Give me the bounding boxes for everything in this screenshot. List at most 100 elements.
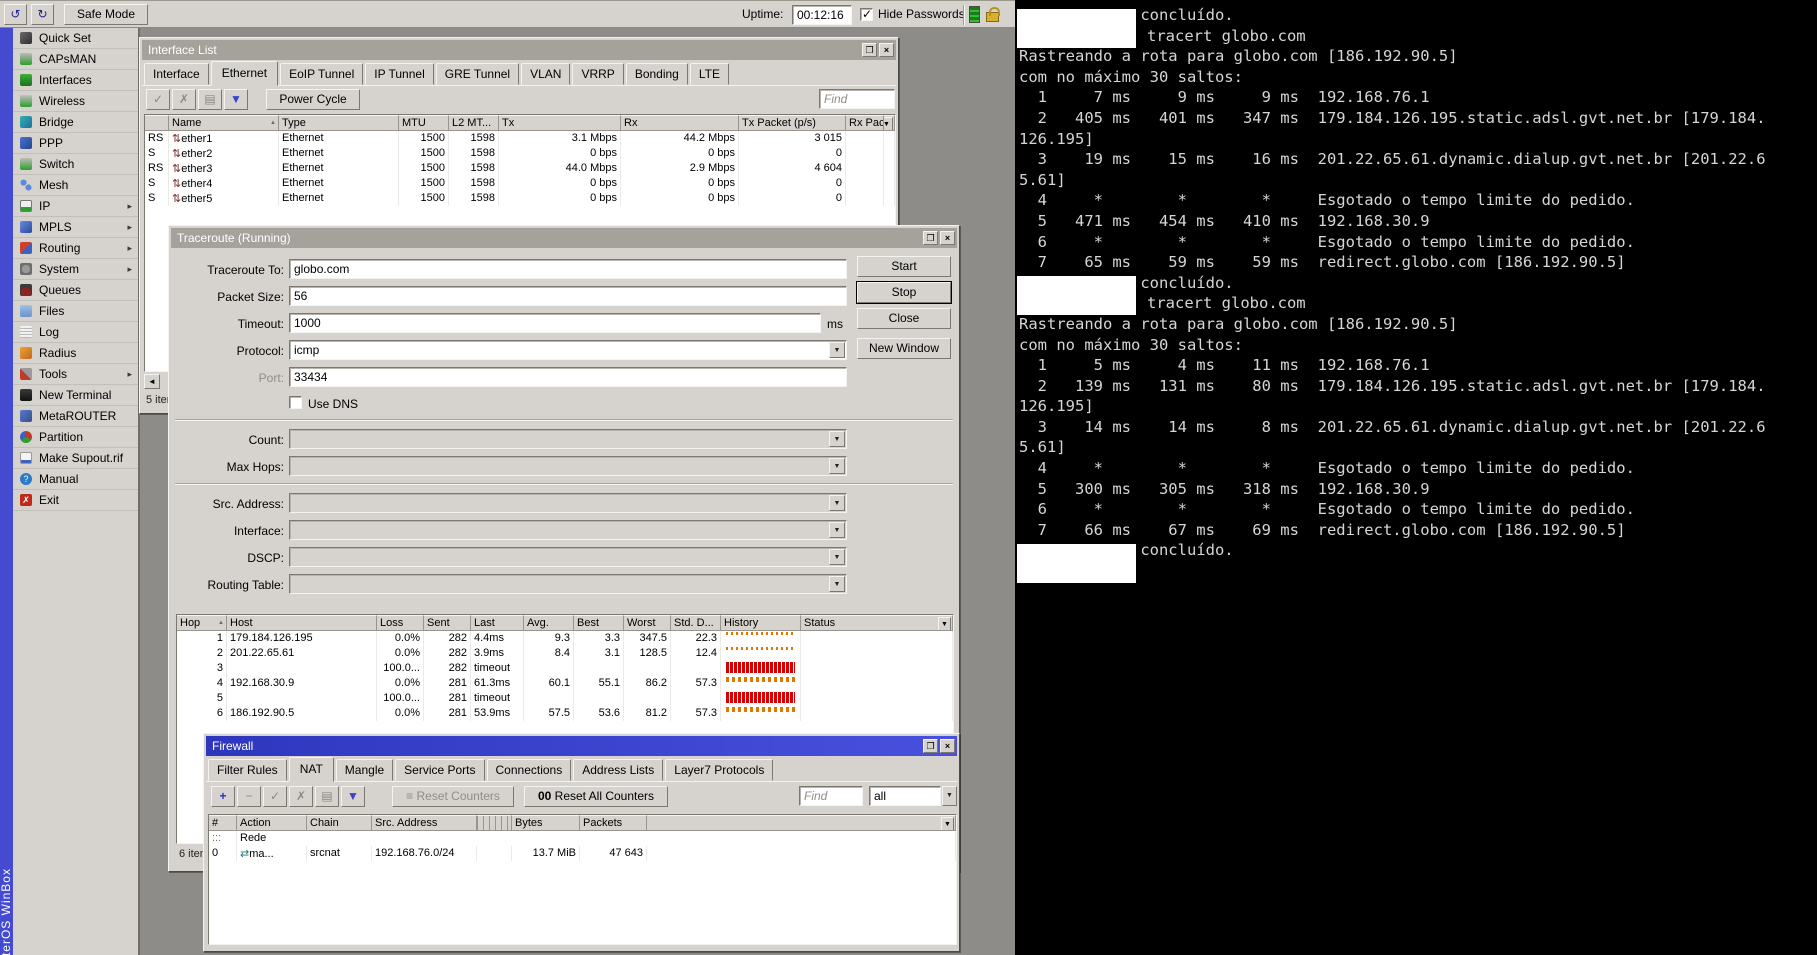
undo-icon[interactable]: ↺ — [4, 4, 27, 25]
hop-row[interactable]: 1179.184.126.1950.0%2824.4ms9.33.3347.52… — [177, 631, 953, 646]
protocol-input[interactable] — [290, 341, 846, 359]
col-status[interactable]: Status▼ — [801, 615, 953, 631]
nat-rule-row[interactable]: 0 ⇄ma... srcnat 192.168.76.0/24 13.7 MiB… — [209, 846, 956, 861]
comment-row[interactable]: ::: Rede — [209, 831, 956, 846]
sidebar-item-switch[interactable]: Switch — [13, 154, 138, 175]
sidebar-item-partition[interactable]: Partition — [13, 427, 138, 448]
table-row[interactable]: S⇅ether5Ethernet150015980 bps0 bps0 — [145, 191, 895, 206]
col-best[interactable]: Best — [574, 615, 624, 631]
traceroute-to-field[interactable] — [289, 259, 847, 279]
col-rx-packet[interactable]: Rx Pac — [846, 115, 884, 131]
col-name[interactable]: Name▲ — [169, 115, 279, 131]
use-dns-checkbox[interactable] — [289, 396, 302, 409]
tab-ethernet[interactable]: Ethernet — [211, 61, 278, 86]
close-button[interactable]: Close — [857, 308, 951, 329]
tab-connections[interactable]: Connections — [487, 759, 572, 781]
find-box[interactable] — [819, 89, 895, 109]
col-mtu[interactable]: MTU — [399, 115, 449, 131]
tab-gre-tunnel[interactable]: GRE Tunnel — [436, 63, 519, 85]
sidebar-item-system[interactable]: System▸ — [13, 259, 138, 280]
filter-icon[interactable]: ▼ — [341, 786, 365, 807]
sidebar-item-metarouter[interactable]: MetaROUTER — [13, 406, 138, 427]
remove-icon[interactable]: − — [237, 786, 261, 807]
chevron-down-icon[interactable]: ▼ — [942, 786, 957, 806]
safe-mode-button[interactable]: Safe Mode — [64, 4, 148, 25]
col-avg[interactable]: Avg. — [524, 615, 574, 631]
sidebar-item-wireless[interactable]: Wireless — [13, 91, 138, 112]
tab-nat[interactable]: NAT — [289, 757, 334, 782]
tab-eoip-tunnel[interactable]: EoIP Tunnel — [280, 63, 363, 85]
col-src-address[interactable]: Src. Address — [372, 815, 477, 831]
col-sent[interactable]: Sent — [424, 615, 471, 631]
filter-scope-input[interactable] — [870, 787, 940, 805]
add-icon[interactable]: + — [211, 786, 235, 807]
col-l2mtu[interactable]: L2 MT... — [449, 115, 499, 131]
filter-scope-combo[interactable] — [869, 786, 941, 806]
chevron-down-icon[interactable]: ▼ — [829, 495, 845, 511]
timeout-field[interactable] — [289, 313, 821, 333]
find-input[interactable] — [800, 787, 862, 805]
hop-row[interactable]: 5100.0...281timeout — [177, 691, 953, 706]
maximize-icon[interactable]: ❒ — [862, 43, 877, 57]
tab-lte[interactable]: LTE — [690, 63, 729, 85]
maximize-icon[interactable]: ❒ — [923, 231, 938, 245]
tab-layer7-protocols[interactable]: Layer7 Protocols — [665, 759, 773, 781]
tab-mangle[interactable]: Mangle — [336, 759, 393, 781]
command-prompt-window[interactable]: Rastreamento concluído. tracert globo.co… — [1015, 0, 1817, 955]
sidebar-item-new-terminal[interactable]: New Terminal — [13, 385, 138, 406]
traceroute-titlebar[interactable]: Traceroute (Running) ❒ × — [171, 228, 957, 248]
tab-vrrp[interactable]: VRRP — [572, 63, 623, 85]
sidebar-item-files[interactable]: Files — [13, 301, 138, 322]
tab-address-lists[interactable]: Address Lists — [573, 759, 663, 781]
col-action[interactable]: Action — [237, 815, 307, 831]
table-row[interactable]: S⇅ether2Ethernet150015980 bps0 bps0 — [145, 146, 895, 161]
col-hop[interactable]: Hop▲ — [177, 615, 227, 631]
disable-icon[interactable]: ✗ — [289, 786, 313, 807]
col-std-dev[interactable]: Std. D... — [671, 615, 721, 631]
close-icon[interactable]: × — [940, 231, 955, 245]
sidebar-item-ppp[interactable]: PPP — [13, 133, 138, 154]
maximize-icon[interactable]: ❒ — [923, 739, 938, 753]
dscp-combo[interactable]: ▼ — [289, 547, 847, 567]
packet-size-field[interactable] — [289, 286, 847, 306]
col-last[interactable]: Last — [471, 615, 524, 631]
traceroute-to-input[interactable] — [290, 260, 846, 278]
timeout-input[interactable] — [290, 314, 820, 332]
sidebar-item-interfaces[interactable]: Interfaces — [13, 70, 138, 91]
hop-row[interactable]: 4192.168.30.90.0%28161.3ms60.155.186.257… — [177, 676, 953, 691]
reset-all-counters-button[interactable]: 00 Reset All Counters — [524, 786, 668, 807]
sidebar-item-queues[interactable]: Queues — [13, 280, 138, 301]
sidebar-item-exit[interactable]: ✗Exit — [13, 490, 138, 511]
col-packets[interactable]: Packets — [580, 815, 647, 831]
chevron-down-icon[interactable]: ▼ — [829, 576, 845, 592]
table-row[interactable]: S⇅ether4Ethernet150015980 bps0 bps0 — [145, 176, 895, 191]
column-picker-icon[interactable]: ▼ — [938, 617, 951, 631]
chevron-down-icon[interactable]: ▼ — [829, 431, 845, 447]
hop-row[interactable]: 6186.192.90.50.0%28153.9ms57.553.681.257… — [177, 706, 953, 721]
firewall-titlebar[interactable]: Firewall ❒ × — [206, 736, 957, 756]
tab-service-ports[interactable]: Service Ports — [395, 759, 484, 781]
enable-icon[interactable]: ✓ — [146, 89, 170, 110]
tab-ip-tunnel[interactable]: IP Tunnel — [365, 63, 433, 85]
table-row[interactable]: RS⇅ether1Ethernet150015983.1 Mbps44.2 Mb… — [145, 131, 895, 146]
col-type[interactable]: Type — [279, 115, 399, 131]
sidebar-item-ip[interactable]: IP▸ — [13, 196, 138, 217]
find-input[interactable] — [820, 90, 894, 108]
tab-bonding[interactable]: Bonding — [626, 63, 688, 85]
col-bytes[interactable]: Bytes — [512, 815, 580, 831]
disable-icon[interactable]: ✗ — [172, 89, 196, 110]
sidebar-item-mpls[interactable]: MPLS▸ — [13, 217, 138, 238]
sidebar-item-manual[interactable]: ?Manual — [13, 469, 138, 490]
interface-combo[interactable]: ▼ — [289, 520, 847, 540]
start-button[interactable]: Start — [857, 256, 951, 277]
sidebar-item-log[interactable]: Log — [13, 322, 138, 343]
sidebar-item-make-supout[interactable]: Make Supout.rif — [13, 448, 138, 469]
chevron-down-icon[interactable]: ▼ — [829, 342, 845, 358]
sidebar-item-mesh[interactable]: Mesh — [13, 175, 138, 196]
sidebar-item-quick-set[interactable]: Quick Set — [13, 28, 138, 49]
hscroll-left-icon[interactable]: ◄ — [144, 374, 160, 389]
count-combo[interactable]: ▼ — [289, 429, 847, 449]
src-address-combo[interactable]: ▼ — [289, 493, 847, 513]
col-history[interactable]: History — [721, 615, 801, 631]
sidebar-item-tools[interactable]: Tools▸ — [13, 364, 138, 385]
